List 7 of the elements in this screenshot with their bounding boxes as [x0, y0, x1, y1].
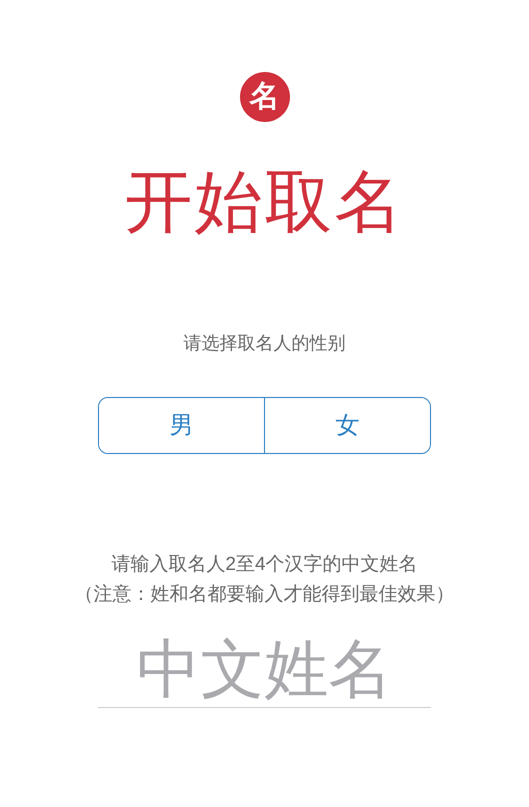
logo-icon: 名 — [240, 72, 290, 122]
page-title: 开始取名 — [124, 168, 404, 236]
name-input-field[interactable]: 中文姓名 — [98, 630, 431, 708]
gender-option[interactable]: 女 — [264, 398, 430, 453]
gender-prompt: 请选择取名人的性别 — [184, 334, 346, 352]
instruction-text: 请输入取名人2至4个汉字的中文姓名 — [111, 554, 418, 576]
instruction-text: （注意：姓和名都要输入才能得到最佳效果） — [74, 584, 454, 606]
